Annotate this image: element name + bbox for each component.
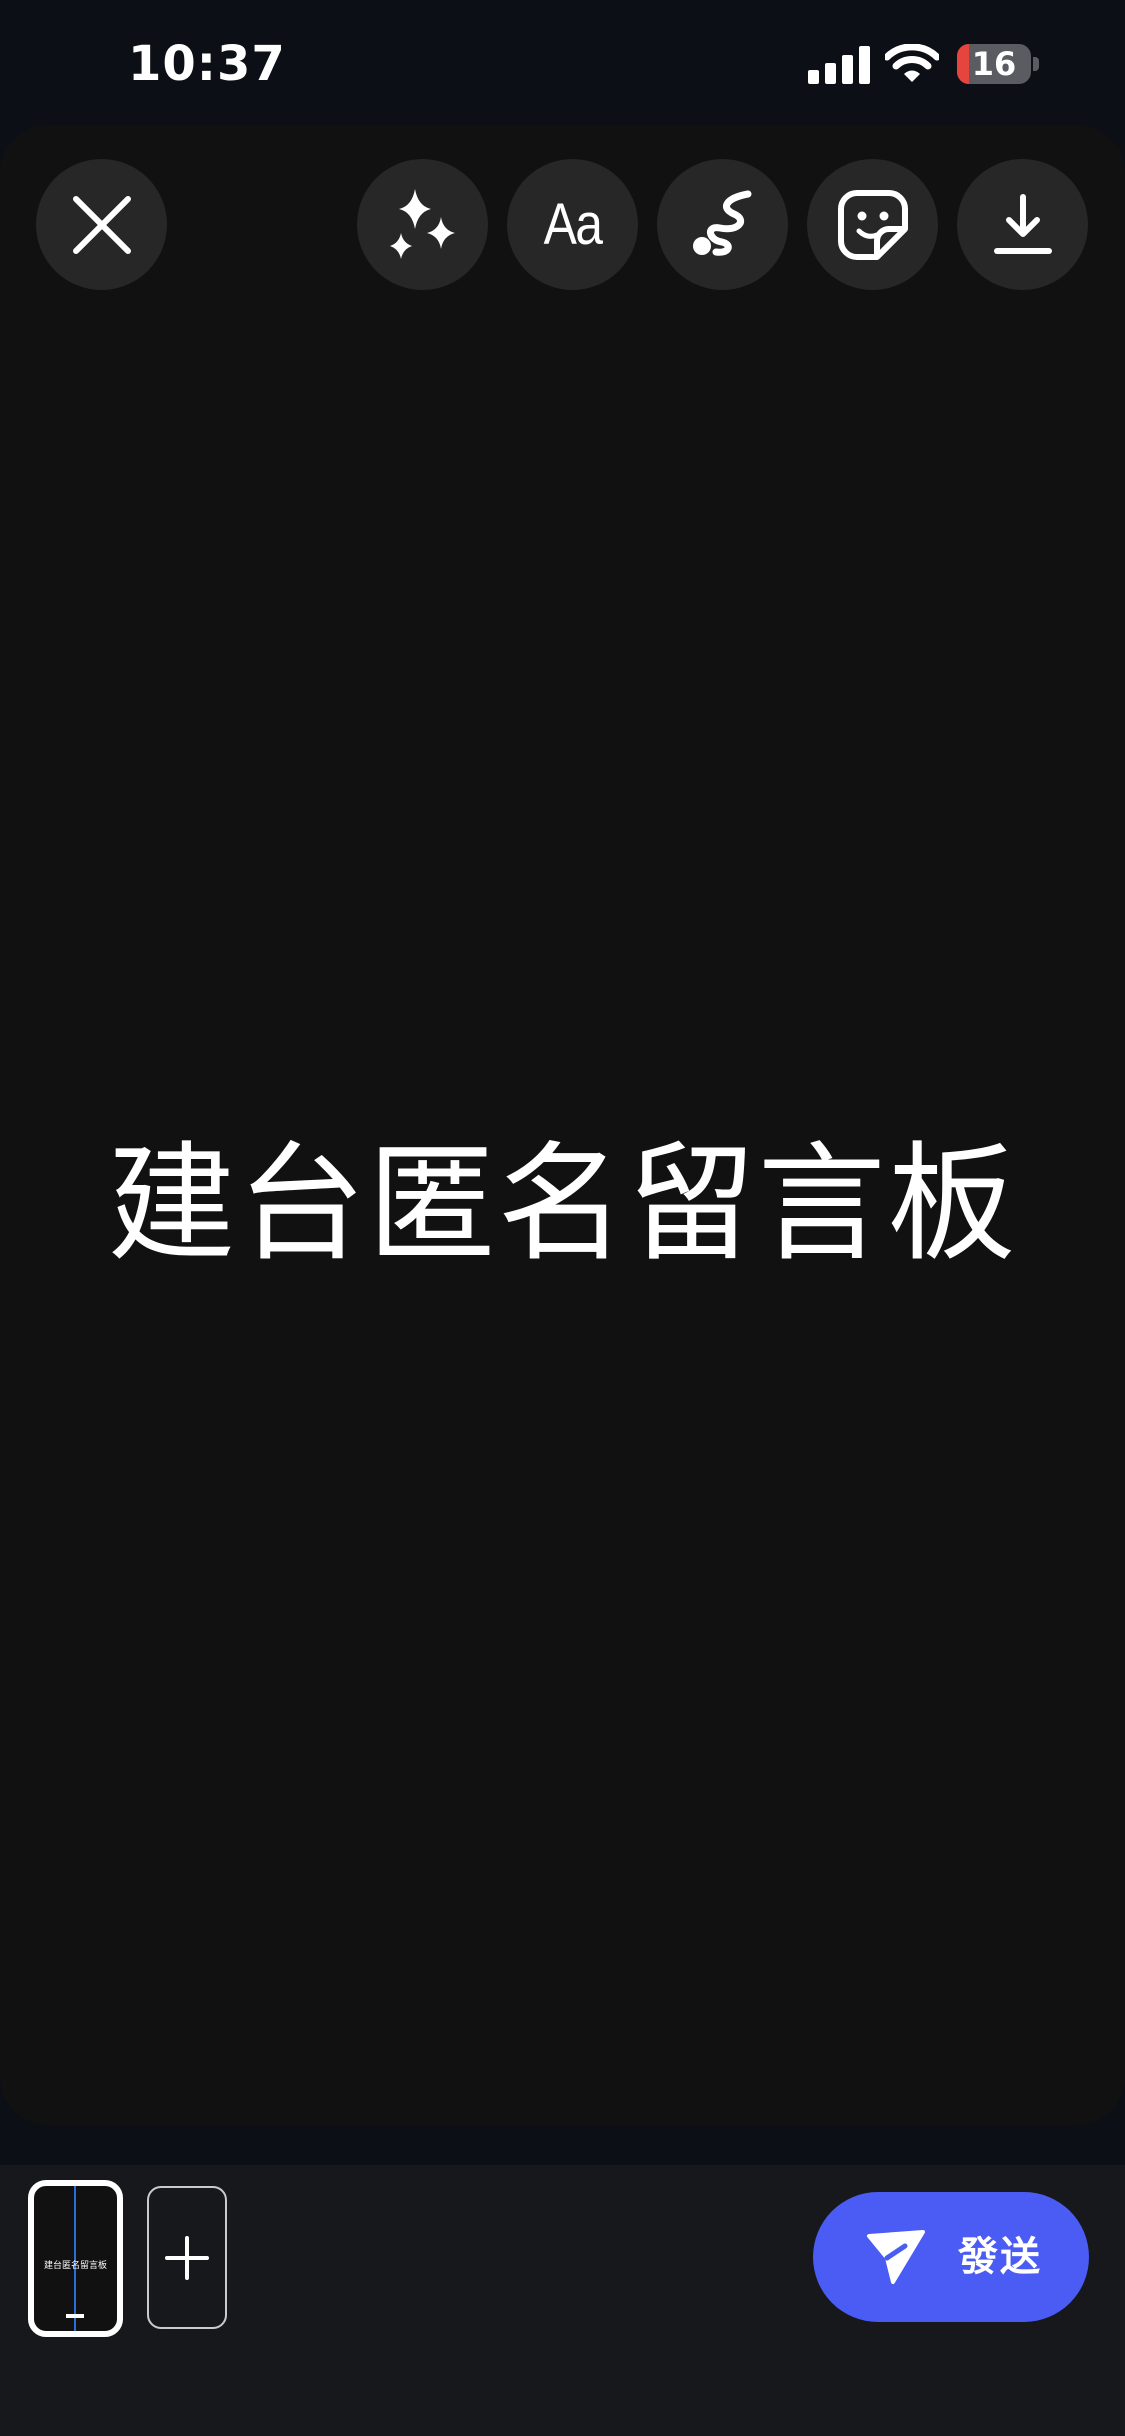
status-bar: 10:37 16 <box>0 0 1125 125</box>
sparkles-icon <box>389 188 455 259</box>
battery-cap <box>1033 57 1039 71</box>
story-editor-screen: 10:37 16 Aa 建台匿名留言板 建台匿名留言板 發送 <box>0 0 1125 2436</box>
battery-percent: 16 <box>971 45 1017 83</box>
story-text[interactable]: 建台匿名留言板 <box>0 1140 1125 1270</box>
send-button[interactable]: 發送 <box>813 2192 1089 2322</box>
close-button[interactable] <box>36 159 167 290</box>
cellular-signal-icon <box>808 46 870 84</box>
page-thumbnail[interactable]: 建台匿名留言板 <box>28 2180 123 2337</box>
squiggle-draw-icon <box>692 190 751 256</box>
download-icon <box>993 193 1052 254</box>
thumbnail-text: 建台匿名留言板 <box>43 2261 107 2271</box>
add-page-button[interactable] <box>147 2186 227 2329</box>
sticker-button[interactable] <box>807 159 938 290</box>
story-canvas[interactable] <box>0 125 1125 2125</box>
battery-body: 16 <box>957 44 1031 84</box>
status-time: 10:37 <box>128 36 286 92</box>
send-arrow-icon <box>867 2230 925 2284</box>
download-button[interactable] <box>957 159 1088 290</box>
text-tool-label: Aa <box>543 192 603 257</box>
plus-icon <box>165 2235 209 2280</box>
battery-indicator: 16 <box>957 44 1039 84</box>
thumbnail-mark <box>66 2314 84 2318</box>
wifi-icon <box>885 44 939 82</box>
draw-tool-button[interactable] <box>657 159 788 290</box>
close-icon <box>72 195 131 254</box>
effects-button[interactable] <box>357 159 488 290</box>
send-label: 發送 <box>958 2234 1042 2280</box>
text-tool-button[interactable]: Aa <box>507 159 638 290</box>
sticker-icon <box>837 189 908 260</box>
